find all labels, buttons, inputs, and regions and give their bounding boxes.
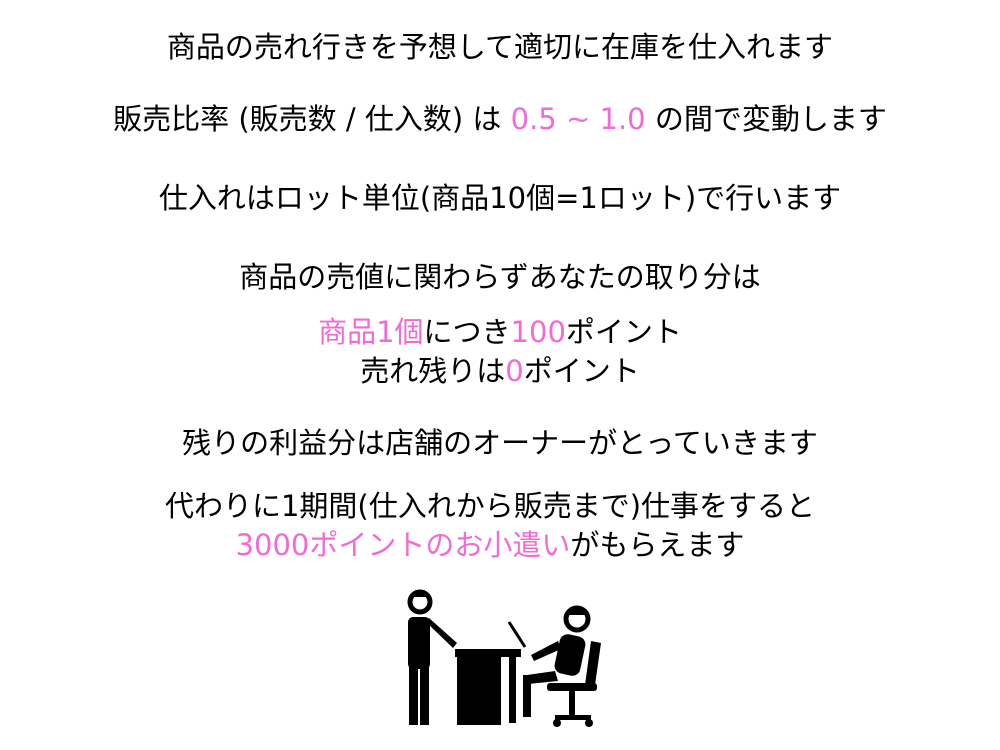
per-item-points-label: ポイント xyxy=(565,315,682,349)
unsold-points-label: ポイント xyxy=(523,354,640,388)
seated-person-icon xyxy=(523,605,591,717)
sales-ratio-suffix: の間で変動します xyxy=(645,102,887,136)
work-period-line: 代わりに1期間(仕入れから販売まで)仕事をすると xyxy=(0,488,990,524)
sales-ratio-line: 販売比率 (販売数 / 仕入数) は 0.5 ~ 1.0 の間で変動します xyxy=(0,101,1000,137)
owner-profit-line: 残りの利益分は店舗のオーナーがとっていきます xyxy=(0,425,1000,461)
sales-ratio-label: 販売比率 (販売数 / 仕入数) は xyxy=(113,102,511,136)
per-item-reward-line: 商品1個につき100ポイント xyxy=(0,314,1000,350)
sales-ratio-range: 0.5 ~ 1.0 xyxy=(510,102,646,136)
allowance-line: 3000ポイントのお小遣いがもらえます xyxy=(0,527,990,563)
owner-profit-text: 残りの利益分は店舗のオーナーがとっていきます xyxy=(182,426,818,460)
share-intro-line: 商品の売値に関わらずあなたの取り分は xyxy=(0,259,1000,295)
allowance-suffix: がもらえます xyxy=(570,528,745,562)
intro-line: 商品の売れ行きを予想して適切に在庫を仕入れます xyxy=(0,29,1000,65)
per-item-points-value: 100 xyxy=(510,315,566,349)
per-item-connector: につき xyxy=(423,315,511,349)
standing-person-icon xyxy=(407,589,457,725)
lot-unit-text: 仕入れはロット単位(商品10個=1ロット)で行います xyxy=(158,181,842,215)
unsold-points-value: 0 xyxy=(505,354,524,388)
desk-icon xyxy=(455,621,527,725)
share-intro-text: 商品の売値に関わらずあなたの取り分は xyxy=(239,260,761,294)
intro-text: 商品の売れ行きを予想して適切に在庫を仕入れます xyxy=(166,30,834,64)
allowance-amount: 3000ポイントのお小遣い xyxy=(235,528,571,562)
office-meeting-icon xyxy=(407,589,601,727)
unsold-label: 売れ残りは xyxy=(360,354,506,388)
per-item-unit: 商品1個 xyxy=(318,315,424,349)
lot-unit-line: 仕入れはロット単位(商品10個=1ロット)で行います xyxy=(0,180,1000,216)
work-period-text: 代わりに1期間(仕入れから販売まで)仕事をすると xyxy=(164,489,816,523)
unsold-reward-line: 売れ残りは0ポイント xyxy=(0,353,1000,389)
